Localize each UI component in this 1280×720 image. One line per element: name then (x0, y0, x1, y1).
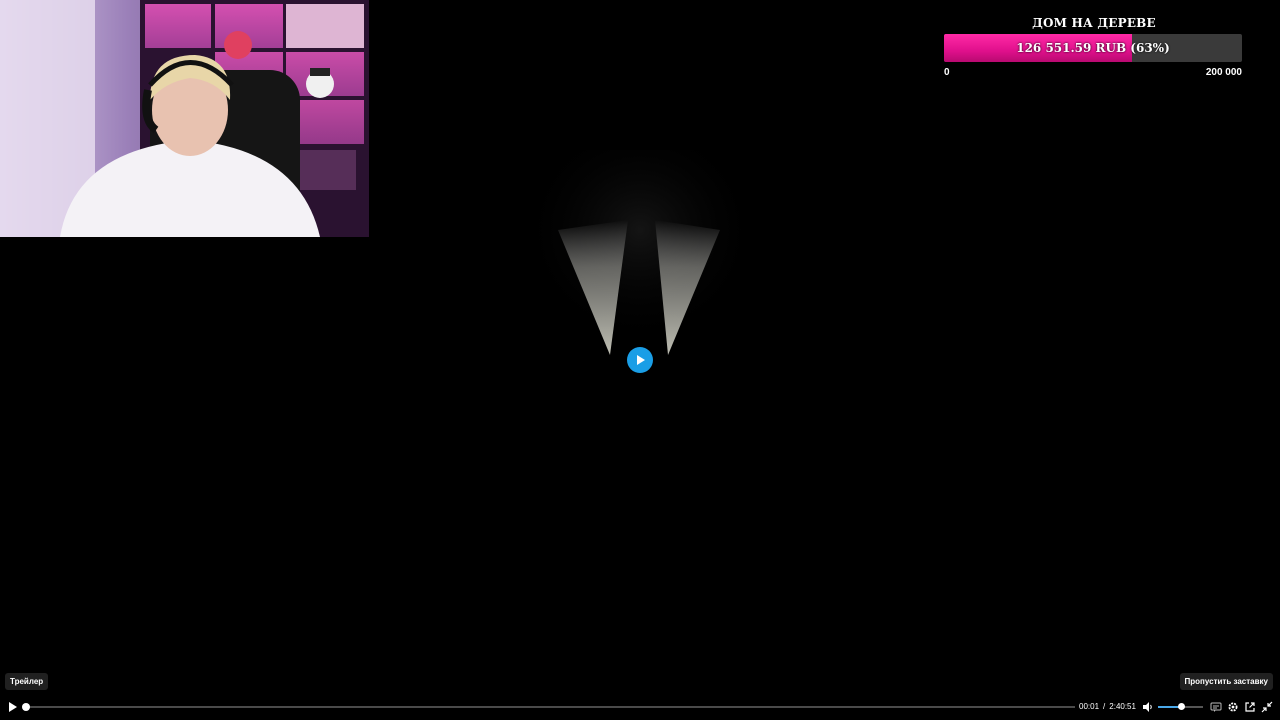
volume-slider[interactable] (1158, 703, 1203, 710)
video-frame-spotlights (520, 150, 760, 380)
subtitles-icon[interactable] (1210, 701, 1222, 713)
settings-icon[interactable] (1227, 701, 1239, 713)
time-separator: / (1103, 702, 1106, 711)
donation-goal-widget: ДОМ НА ДЕРЕВЕ 126 551.59 RUB (63%) 0 200… (944, 14, 1244, 78)
seek-bar[interactable] (22, 703, 1075, 711)
play-icon[interactable] (8, 701, 18, 713)
trailer-label: Трейлер (5, 673, 49, 690)
goal-title: ДОМ НА ДЕРЕВЕ (1032, 16, 1156, 30)
time-display: 00:01/2:40:51 (1079, 701, 1136, 713)
seek-handle[interactable] (22, 703, 31, 711)
popout-icon[interactable] (1244, 701, 1256, 713)
webcam-overlay (0, 0, 369, 237)
goal-min-label: 0 (944, 67, 950, 78)
video-player[interactable]: ДОМ НА ДЕРЕВЕ 126 551.59 RUB (63%) 0 200… (0, 0, 1280, 720)
goal-progress-text: 126 551.59 RUB (63%) (1016, 41, 1170, 55)
volume-icon[interactable] (1142, 701, 1154, 713)
goal-progress-bar: 126 551.59 RUB (63%) (944, 34, 1242, 62)
skip-intro-button[interactable]: Пропустить заставку (1179, 673, 1273, 690)
current-time: 00:01 (1079, 702, 1100, 711)
exit-fullscreen-icon[interactable] (1261, 701, 1273, 713)
player-controls: 00:01/2:40:51 (0, 697, 1280, 717)
duration: 2:40:51 (1109, 702, 1136, 711)
volume-handle[interactable] (1177, 703, 1185, 710)
center-play-button[interactable] (627, 347, 653, 373)
goal-max-label: 200 000 (1205, 67, 1242, 78)
